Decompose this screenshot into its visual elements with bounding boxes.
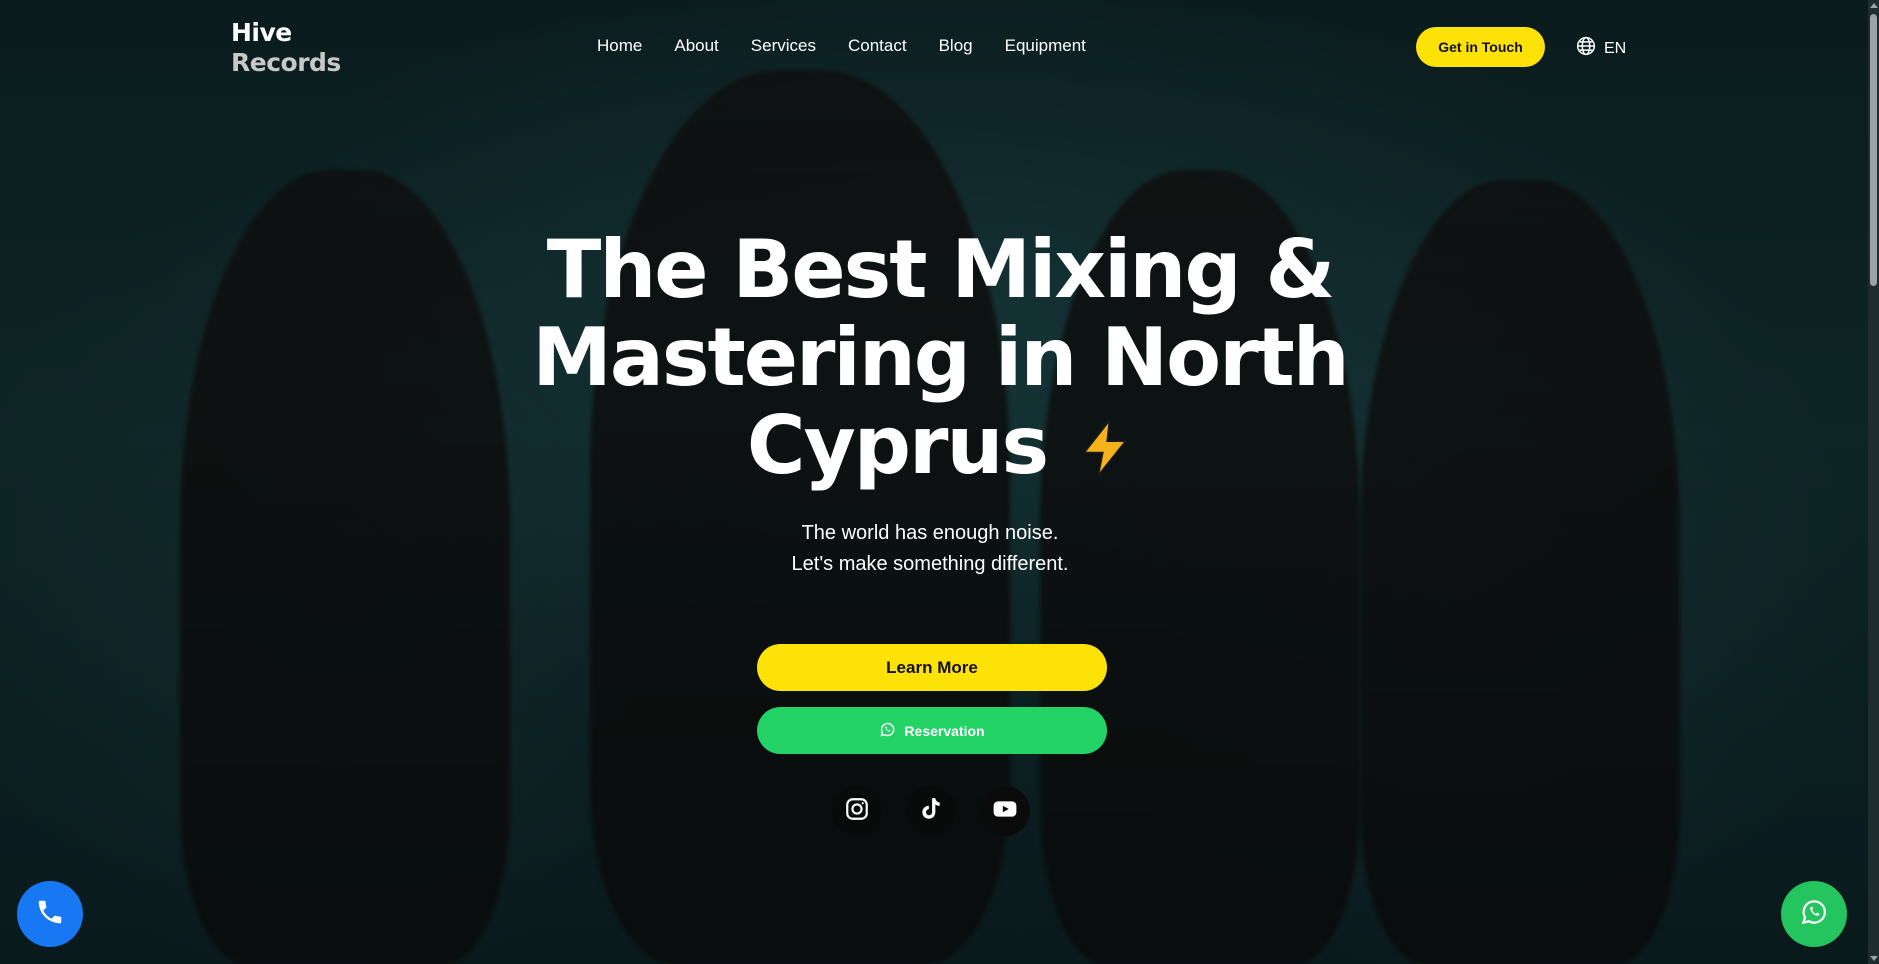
call-floating-button[interactable] [17,881,83,947]
reservation-label: Reservation [904,722,985,739]
hero-subtitle: The world has enough noise. Let's make s… [640,518,1220,580]
instagram-link[interactable] [832,786,882,836]
main-nav: Home About Services Contact Blog Equipme… [597,36,1118,56]
nav-blog[interactable]: Blog [939,36,973,56]
nav-contact[interactable]: Contact [848,36,907,56]
nav-services[interactable]: Services [751,36,816,56]
headline-line-1: The Best Mixing & [546,223,1335,316]
nav-equipment[interactable]: Equipment [1005,36,1086,56]
get-in-touch-button[interactable]: Get in Touch [1416,27,1545,67]
brand-line-1: Hive [231,18,292,47]
language-selector[interactable]: EN [1576,36,1626,61]
instagram-icon [844,796,870,827]
whatsapp-icon [879,721,896,741]
scrollbar-thumb[interactable] [1870,14,1877,286]
whatsapp-icon [1799,897,1829,932]
nav-home[interactable]: Home [597,36,642,56]
phone-icon [35,897,65,932]
tiktok-icon [918,796,944,827]
tiktok-link[interactable] [906,786,956,836]
scroll-down-arrow-icon[interactable] [1870,956,1878,961]
headline-line-2: Mastering in North [532,311,1349,404]
social-links [832,786,1030,836]
language-label: EN [1604,39,1627,57]
hero-headline: The Best Mixing & Mastering in North Cyp… [440,226,1440,495]
nav-about[interactable]: About [674,36,718,56]
globe-icon [1576,36,1596,61]
whatsapp-floating-button[interactable] [1781,881,1847,947]
page-scrollbar[interactable] [1868,0,1879,964]
learn-more-button[interactable]: Learn More [757,644,1107,691]
reservation-button[interactable]: Reservation [757,707,1107,754]
lightning-bolt-icon [1077,407,1133,495]
brand-logo[interactable]: Hive Records [231,18,341,78]
headline-line-3: Cyprus [746,399,1049,492]
site-header: Hive Records Home About Services Contact… [0,0,1879,95]
brand-line-2: Records [231,48,341,77]
youtube-icon [992,796,1018,827]
scroll-up-arrow-icon[interactable] [1870,3,1878,8]
subtitle-line-2: Let's make something different. [791,553,1069,575]
subtitle-line-1: The world has enough noise. [801,522,1059,544]
youtube-link[interactable] [980,786,1030,836]
